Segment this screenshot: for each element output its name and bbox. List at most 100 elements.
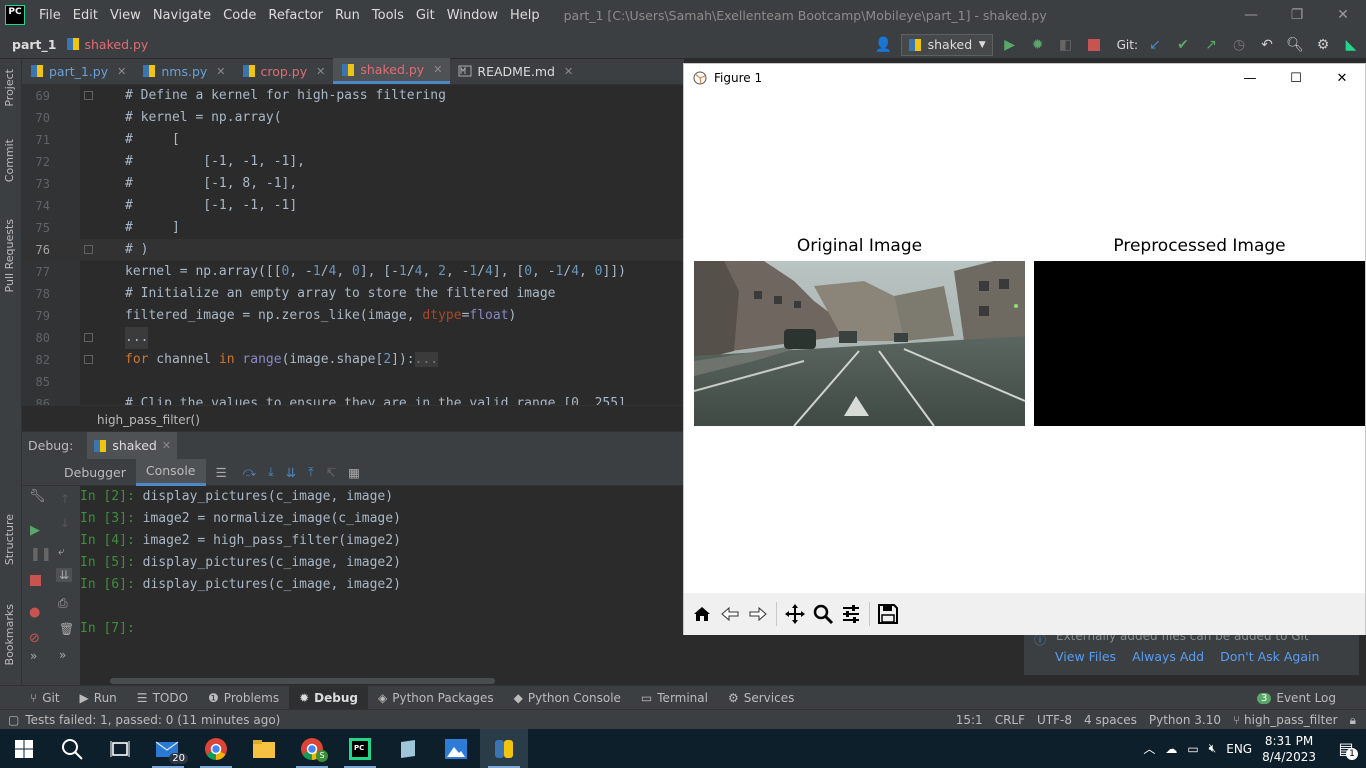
- breadcrumb-project[interactable]: part_1: [12, 37, 56, 52]
- back-icon[interactable]: [716, 600, 744, 628]
- bookmarks-tool-button[interactable]: Bookmarks: [3, 604, 16, 665]
- volume-muted-icon[interactable]: 🔇︎: [1209, 741, 1217, 756]
- close-icon[interactable]: ✕: [162, 439, 171, 452]
- python-interpreter[interactable]: Python 3.10: [1149, 713, 1221, 727]
- rollback-icon[interactable]: ↶: [1256, 34, 1278, 56]
- event-log-button[interactable]: 3 Event Log: [1257, 686, 1336, 710]
- onedrive-cloud-icon[interactable]: ☁: [1165, 742, 1177, 756]
- indent-setting[interactable]: 4 spaces: [1084, 713, 1137, 727]
- close-tab-icon[interactable]: ✕: [117, 65, 126, 78]
- fold-icon[interactable]: [84, 91, 93, 100]
- step-into-my-code-icon[interactable]: ⇊: [280, 459, 302, 486]
- editor-breadcrumb[interactable]: high_pass_filter(): [22, 405, 684, 431]
- minimize-button[interactable]: —: [1228, 0, 1274, 30]
- minimize-button[interactable]: —: [1227, 64, 1273, 92]
- scroll-to-end-icon[interactable]: ⇊: [56, 568, 73, 582]
- git-update-icon[interactable]: ↙: [1144, 34, 1166, 56]
- console-horizontal-scrollbar[interactable]: [80, 676, 684, 685]
- structure-tool-button[interactable]: Structure: [3, 514, 16, 565]
- code-editor[interactable]: 69 # Define a kernel for high-pass filter…: [22, 85, 684, 405]
- menu-window[interactable]: Window: [441, 8, 504, 23]
- menu-lines-icon[interactable]: ☰: [206, 459, 237, 486]
- menu-tools[interactable]: Tools: [366, 8, 410, 23]
- tab-nms[interactable]: nms.py ✕: [134, 58, 233, 84]
- commit-tool-button[interactable]: Commit: [3, 139, 16, 182]
- tab-console[interactable]: Console: [135, 458, 206, 486]
- coverage-icon[interactable]: ◧: [1055, 34, 1077, 56]
- history-icon[interactable]: ◷: [1228, 34, 1250, 56]
- menu-navigate[interactable]: Navigate: [147, 8, 217, 23]
- run-config-select[interactable]: shaked ▼: [900, 33, 993, 56]
- stop-icon[interactable]: [1083, 34, 1105, 56]
- debug-icon[interactable]: ✹: [1027, 34, 1049, 56]
- debug-session-tab[interactable]: shaked ✕: [87, 431, 178, 460]
- menu-help[interactable]: Help: [504, 8, 546, 23]
- pan-icon[interactable]: [781, 600, 809, 628]
- original-image[interactable]: [694, 261, 1025, 426]
- task-view-button[interactable]: [96, 729, 144, 768]
- tab-debugger[interactable]: Debugger: [54, 459, 136, 486]
- run-icon[interactable]: ▶: [999, 34, 1021, 56]
- mute-breakpoints-icon[interactable]: ⊘: [29, 631, 40, 646]
- tab-shaked[interactable]: shaked.py ✕: [333, 58, 451, 84]
- close-tab-icon[interactable]: ✕: [564, 65, 573, 78]
- menu-file[interactable]: File: [33, 8, 67, 23]
- maximize-button[interactable]: ☐: [1273, 64, 1319, 92]
- git-branch[interactable]: ⑂ high_pass_filter: [1233, 713, 1338, 727]
- chrome-app[interactable]: [192, 729, 240, 768]
- preprocessed-image[interactable]: [1034, 261, 1365, 426]
- jetbrains-icon[interactable]: ◣: [1340, 34, 1362, 56]
- toolwindow-python-console[interactable]: ◆ Python Console: [504, 686, 631, 710]
- tab-crop[interactable]: crop.py ✕: [234, 58, 334, 84]
- configure-subplots-icon[interactable]: [837, 600, 865, 628]
- close-button[interactable]: ✕: [1319, 64, 1365, 92]
- stop-icon[interactable]: [30, 575, 41, 586]
- notification-center-icon[interactable]: ▤ 1: [1326, 739, 1366, 760]
- menu-run[interactable]: Run: [329, 8, 366, 23]
- toolwindow-problems[interactable]: ❶ Problems: [198, 686, 289, 710]
- close-button[interactable]: ✕: [1320, 0, 1366, 30]
- tab-part-1[interactable]: part_1.py ✕: [22, 58, 134, 84]
- lock-icon[interactable]: 🔒︎: [1350, 713, 1356, 728]
- home-icon[interactable]: [688, 600, 716, 628]
- git-commit-icon[interactable]: ✔: [1172, 34, 1194, 56]
- user-icon[interactable]: 👤: [873, 34, 895, 56]
- toolwindow-debug[interactable]: ✹ Debug: [289, 685, 368, 710]
- toolwindow-run[interactable]: ▶ Run: [70, 686, 127, 710]
- fold-icon[interactable]: [84, 355, 93, 364]
- more-icon[interactable]: »: [30, 649, 37, 663]
- python-console[interactable]: In [2]: display_pictures(c_image, image)…: [80, 486, 684, 676]
- battery-icon[interactable]: ▭: [1187, 742, 1198, 756]
- up-arrow-icon[interactable]: ↑: [60, 492, 70, 506]
- fold-icon[interactable]: [84, 245, 93, 254]
- toolwindow-terminal[interactable]: ▭ Terminal: [631, 686, 718, 710]
- scrollbar-thumb[interactable]: [110, 678, 495, 684]
- pull-requests-tool-button[interactable]: Pull Requests: [3, 219, 16, 292]
- python-app[interactable]: [480, 729, 528, 768]
- evaluate-expression-icon[interactable]: ▦: [342, 459, 366, 486]
- menu-git[interactable]: Git: [410, 8, 441, 23]
- close-tab-icon[interactable]: ✕: [216, 65, 225, 78]
- more-icon[interactable]: »: [59, 648, 66, 662]
- menu-edit[interactable]: Edit: [67, 8, 104, 23]
- zoom-icon[interactable]: [809, 600, 837, 628]
- photos-app[interactable]: [432, 729, 480, 768]
- notes-app[interactable]: [384, 729, 432, 768]
- search-icon[interactable]: 🔍︎: [1284, 34, 1306, 56]
- step-out-icon[interactable]: ⤒: [302, 459, 320, 486]
- down-arrow-icon[interactable]: ↓: [60, 516, 70, 530]
- view-files-link[interactable]: View Files: [1055, 649, 1116, 664]
- file-explorer-app[interactable]: [240, 729, 288, 768]
- file-encoding[interactable]: UTF-8: [1037, 713, 1072, 727]
- always-add-link[interactable]: Always Add: [1132, 649, 1204, 664]
- soft-wrap-icon[interactable]: ⤶: [58, 544, 65, 559]
- toolwindow-python-packages[interactable]: ◈ Python Packages: [368, 686, 504, 710]
- menu-view[interactable]: View: [104, 8, 147, 23]
- toolwindow-git[interactable]: ⑂ Git: [20, 686, 70, 710]
- settings-icon[interactable]: 🔧︎: [29, 489, 46, 504]
- run-to-cursor-icon[interactable]: ↸: [320, 459, 342, 486]
- breadcrumb-function[interactable]: high_pass_filter(): [97, 413, 200, 427]
- toolwindow-todo[interactable]: ☰ TODO: [127, 686, 198, 710]
- chrome-profile-app[interactable]: S: [288, 729, 336, 768]
- mail-app[interactable]: 20: [144, 729, 192, 768]
